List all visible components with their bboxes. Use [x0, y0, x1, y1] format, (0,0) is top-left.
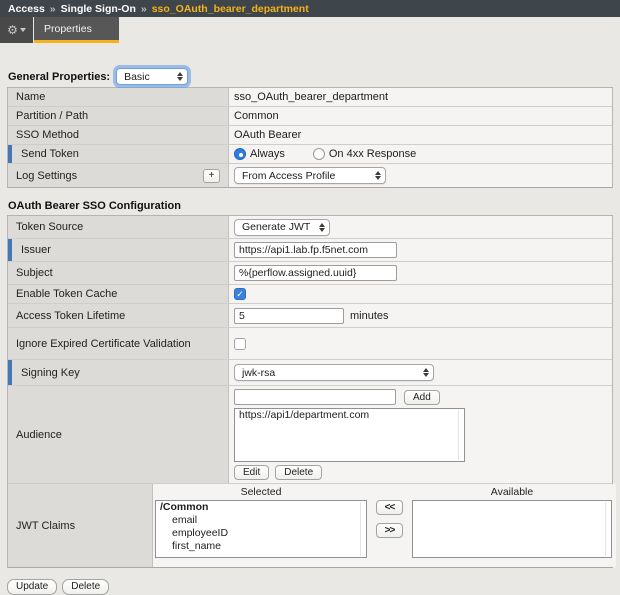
breadcrumb: Access » Single Sign-On » sso_OAuth_bear… [0, 0, 620, 17]
tab-properties[interactable]: Properties [34, 17, 119, 43]
access-token-lifetime-label: Access Token Lifetime [8, 304, 229, 327]
select-arrows-icon [375, 171, 381, 180]
partition-label: Partition / Path [8, 107, 229, 125]
table-row-name: Name sso_OAuth_bearer_department [8, 88, 612, 107]
table-row-enable-token-cache: Enable Token Cache ✓ [8, 285, 612, 304]
issuer-input[interactable] [234, 242, 397, 258]
log-settings-select[interactable]: From Access Profile [234, 167, 386, 184]
select-arrows-icon [177, 72, 183, 81]
ignore-expired-cert-label: Ignore Expired Certificate Validation [8, 328, 229, 359]
table-row-signing-key: Signing Key jwk-rsa [8, 360, 612, 386]
table-row-sso-method: SSO Method OAuth Bearer [8, 126, 612, 145]
audience-listbox[interactable]: https://api1/department.com [234, 408, 465, 462]
table-row-subject: Subject [8, 262, 612, 285]
log-settings-add-button[interactable]: + [203, 169, 220, 183]
audience-input[interactable] [234, 389, 396, 405]
general-properties-view-value: Basic [124, 71, 150, 83]
general-properties-table: Name sso_OAuth_bearer_department Partiti… [7, 87, 613, 188]
send-token-always-label: Always [250, 148, 285, 160]
gear-icon: ⚙ [7, 24, 18, 36]
audience-label: Audience [8, 386, 229, 483]
select-arrows-icon [319, 223, 325, 232]
name-value: sso_OAuth_bearer_department [234, 91, 388, 103]
footer-actions: Update Delete [7, 579, 620, 595]
list-item[interactable]: first_name [156, 540, 366, 553]
log-settings-select-value: From Access Profile [242, 170, 335, 182]
send-token-4xx-option[interactable]: On 4xx Response [313, 148, 416, 160]
general-properties-view-select[interactable]: Basic [116, 68, 188, 85]
send-token-always-radio[interactable] [234, 148, 246, 160]
send-token-4xx-radio[interactable] [313, 148, 325, 160]
send-token-4xx-label: On 4xx Response [329, 148, 416, 160]
sso-method-label: SSO Method [8, 126, 229, 144]
list-item[interactable]: https://api1/department.com [235, 409, 464, 422]
jwt-selected-header: Selected [155, 486, 367, 500]
audience-add-button[interactable]: Add [404, 390, 440, 405]
access-token-lifetime-input[interactable] [234, 308, 344, 324]
ignore-expired-cert-checkbox[interactable] [234, 338, 246, 350]
breadcrumb-link-single-sign-on[interactable]: Single Sign-On [61, 3, 136, 15]
table-row-audience: Audience Add https://api1/department.com… [8, 386, 612, 484]
table-row-ignore-expired-cert: Ignore Expired Certificate Validation [8, 328, 612, 360]
jwt-move-right-button[interactable]: >> [376, 523, 403, 538]
select-arrows-icon [423, 368, 429, 377]
token-source-label: Token Source [8, 216, 229, 238]
log-settings-label: Log Settings [16, 170, 77, 182]
jwt-available-header: Available [412, 486, 612, 500]
jwt-available-listbox[interactable] [412, 500, 612, 558]
send-token-label: Send Token [8, 145, 229, 163]
partition-value: Common [234, 110, 279, 122]
table-row-access-token-lifetime: Access Token Lifetime minutes [8, 304, 612, 328]
gear-menu-button[interactable]: ⚙ [0, 17, 33, 43]
table-row-jwt-claims: JWT Claims Selected /Commonemailemployee… [8, 484, 612, 567]
list-item[interactable]: employeeID [156, 527, 366, 540]
oauth-config-section-title: OAuth Bearer SSO Configuration [8, 200, 613, 212]
enable-token-cache-label: Enable Token Cache [8, 285, 229, 303]
table-row-log-settings: Log Settings + From Access Profile [8, 164, 612, 187]
table-row-send-token: Send Token Always On 4xx Response [8, 145, 612, 164]
name-label: Name [8, 88, 229, 106]
breadcrumb-current-page: sso_OAuth_bearer_department [152, 3, 309, 15]
tab-bar: ⚙ Properties [0, 17, 620, 43]
table-row-issuer: Issuer [8, 239, 612, 262]
list-item[interactable]: /Common [156, 501, 366, 514]
token-source-select[interactable]: Generate JWT [234, 219, 330, 236]
sso-method-value: OAuth Bearer [234, 129, 301, 141]
signing-key-select-value: jwk-rsa [242, 367, 275, 379]
table-row-partition: Partition / Path Common [8, 107, 612, 126]
issuer-label: Issuer [8, 239, 229, 261]
breadcrumb-link-access[interactable]: Access [8, 3, 45, 15]
general-properties-label: General Properties: [7, 71, 110, 83]
table-row-token-source: Token Source Generate JWT [8, 216, 612, 239]
subject-input[interactable] [234, 265, 397, 281]
jwt-move-left-button[interactable]: << [376, 500, 403, 515]
audience-delete-button[interactable]: Delete [275, 465, 322, 480]
enable-token-cache-checkbox[interactable]: ✓ [234, 288, 246, 300]
minutes-unit-label: minutes [350, 310, 389, 322]
tab-properties-label: Properties [44, 23, 92, 35]
send-token-always-option[interactable]: Always [234, 148, 285, 160]
subject-label: Subject [8, 262, 229, 284]
oauth-config-table: Token Source Generate JWT Issuer Subject… [7, 215, 613, 568]
token-source-select-value: Generate JWT [242, 221, 310, 233]
audience-edit-button[interactable]: Edit [234, 465, 269, 480]
update-button[interactable]: Update [7, 579, 57, 595]
chevron-down-icon [20, 28, 26, 32]
list-item[interactable]: email [156, 514, 366, 527]
breadcrumb-separator: » [50, 3, 56, 15]
signing-key-select[interactable]: jwk-rsa [234, 364, 434, 381]
delete-button[interactable]: Delete [62, 579, 109, 595]
jwt-claims-label: JWT Claims [8, 484, 153, 567]
breadcrumb-separator: » [141, 3, 147, 15]
jwt-selected-listbox[interactable]: /CommonemailemployeeIDfirst_name [155, 500, 367, 558]
signing-key-label: Signing Key [8, 360, 229, 385]
